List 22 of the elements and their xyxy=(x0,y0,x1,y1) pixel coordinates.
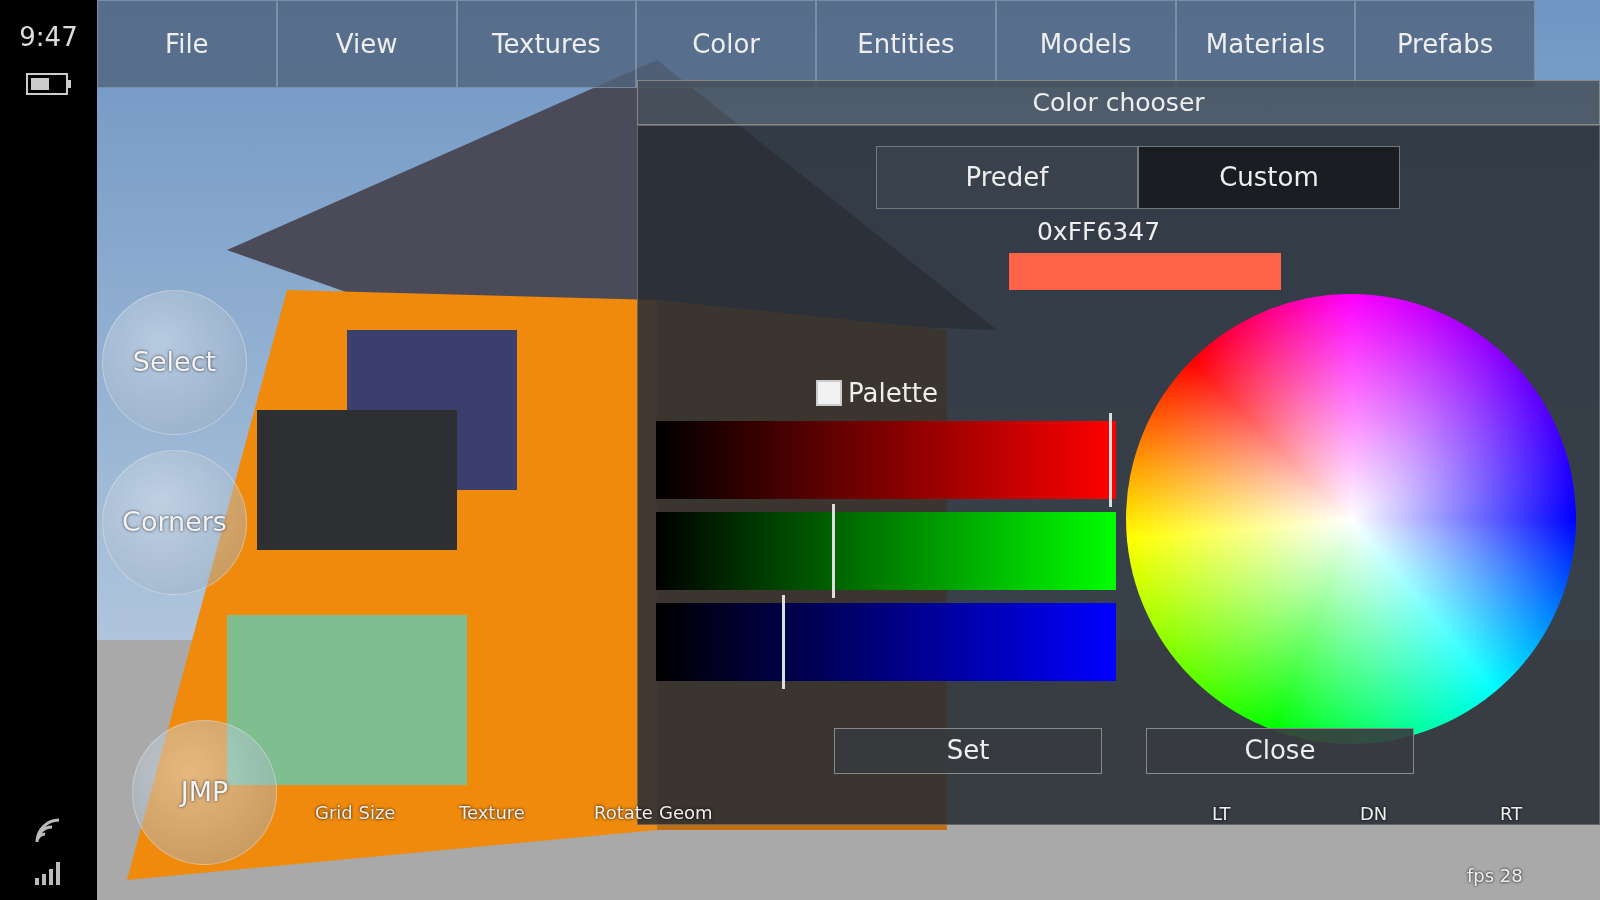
dialog-title: Color chooser xyxy=(637,80,1600,125)
fps-counter: fps 28 xyxy=(1467,864,1523,888)
slider-thumb[interactable] xyxy=(1109,412,1113,507)
clock-time: 9:47 xyxy=(19,21,78,54)
hud-label[interactable]: DN xyxy=(1360,800,1388,827)
slider-thumb[interactable] xyxy=(781,594,785,689)
menu-item[interactable]: Color xyxy=(636,0,816,88)
hud-label[interactable]: LT xyxy=(1212,800,1231,827)
hex-color-value: 0xFF6347 xyxy=(1035,216,1162,248)
tab[interactable]: Custom xyxy=(1138,146,1400,209)
palette-checkbox[interactable] xyxy=(816,380,842,406)
tab[interactable]: Predef xyxy=(876,146,1138,209)
hud-label[interactable]: RT xyxy=(1500,800,1523,827)
menu-item[interactable]: View xyxy=(276,0,457,88)
slider-thumb[interactable] xyxy=(831,503,835,598)
palette-label: Palette xyxy=(848,376,939,410)
dialog-button[interactable]: Close xyxy=(1146,727,1414,774)
menu-item[interactable]: File xyxy=(97,0,277,88)
battery-icon xyxy=(25,73,72,95)
hud-label[interactable]: Geom xyxy=(659,799,713,826)
dialog-button[interactable]: Set xyxy=(834,727,1102,774)
menu-item[interactable]: Textures xyxy=(456,0,637,88)
